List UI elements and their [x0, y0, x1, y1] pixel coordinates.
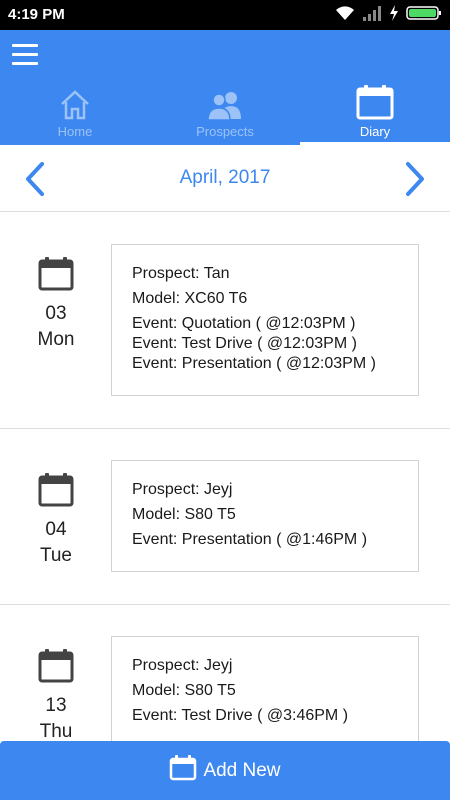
status-time: 4:19 PM [8, 6, 65, 23]
prospect-text: Prospect: Tan [132, 265, 230, 282]
tab-home-label: Home [57, 124, 93, 139]
status-icons [335, 4, 442, 26]
calendar-icon [169, 755, 197, 786]
date-number: 03 [45, 303, 67, 324]
month-navigator: April, 2017 [0, 145, 450, 212]
event-text: Event: Test Drive ( @12:03PM ) [132, 335, 357, 352]
diary-list[interactable]: 03 Mon Prospect: Tan Model: XC60 T6 Even… [0, 213, 450, 741]
event-card[interactable]: Prospect: Tan Model: XC60 T6 Event: Quot… [111, 244, 419, 396]
home-icon [59, 86, 91, 120]
event-text: Event: Presentation ( @1:46PM ) [132, 531, 368, 548]
tab-diary-label: Diary [359, 124, 391, 139]
date-weekday: Tue [39, 545, 73, 566]
date-weekday: Mon [37, 329, 75, 350]
date-column: 13 Thu [0, 649, 112, 741]
calendar-icon [356, 85, 394, 120]
list-item: 03 Mon Prospect: Tan Model: XC60 T6 Even… [0, 213, 450, 429]
tab-prospects-label: Prospects [196, 124, 254, 139]
charging-icon [389, 4, 399, 26]
list-item: 04 Tue Prospect: Jeyj Model: S80 T5 Even… [0, 429, 450, 605]
tab-home[interactable]: Home [0, 86, 150, 145]
people-icon [206, 86, 244, 120]
app-header: Home Prospects Diary [0, 30, 450, 145]
model-text: Model: S80 T5 [132, 506, 236, 523]
wifi-icon [335, 5, 355, 26]
signal-icon [362, 5, 382, 26]
status-bar: 4:19 PM [0, 0, 450, 30]
battery-icon [406, 5, 442, 26]
tab-prospects[interactable]: Prospects [150, 86, 300, 145]
date-column: 04 Tue [0, 473, 112, 569]
add-new-label: Add New [203, 759, 281, 781]
event-card[interactable]: Prospect: Jeyj Model: S80 T5 Event: Test… [111, 636, 419, 741]
date-weekday: Thu [39, 721, 73, 741]
calendar-icon [0, 649, 112, 683]
prospect-text: Prospect: Jeyj [132, 481, 233, 498]
event-text: Event: Test Drive ( @3:46PM ) [132, 707, 349, 724]
calendar-icon [0, 257, 112, 291]
calendar-icon [0, 473, 112, 507]
month-title: April, 2017 [179, 167, 271, 188]
model-text: Model: XC60 T6 [132, 290, 248, 307]
hamburger-menu-icon[interactable] [12, 44, 40, 70]
date-number: 04 [45, 519, 67, 540]
add-new-button[interactable]: Add New [0, 741, 450, 800]
tab-bar: Home Prospects Diary [0, 85, 450, 145]
prospect-text: Prospect: Jeyj [132, 657, 233, 674]
list-item: 13 Thu Prospect: Jeyj Model: S80 T5 Even… [0, 605, 450, 741]
event-text: Event: Presentation ( @12:03PM ) [132, 355, 376, 372]
tab-diary[interactable]: Diary [300, 85, 450, 145]
event-card[interactable]: Prospect: Jeyj Model: S80 T5 Event: Pres… [111, 460, 419, 572]
date-number: 13 [45, 695, 67, 716]
chevron-right-icon[interactable] [400, 161, 430, 197]
date-column: 03 Mon [0, 257, 112, 353]
model-text: Model: S80 T5 [132, 682, 236, 699]
event-text: Event: Quotation ( @12:03PM ) [132, 315, 356, 332]
